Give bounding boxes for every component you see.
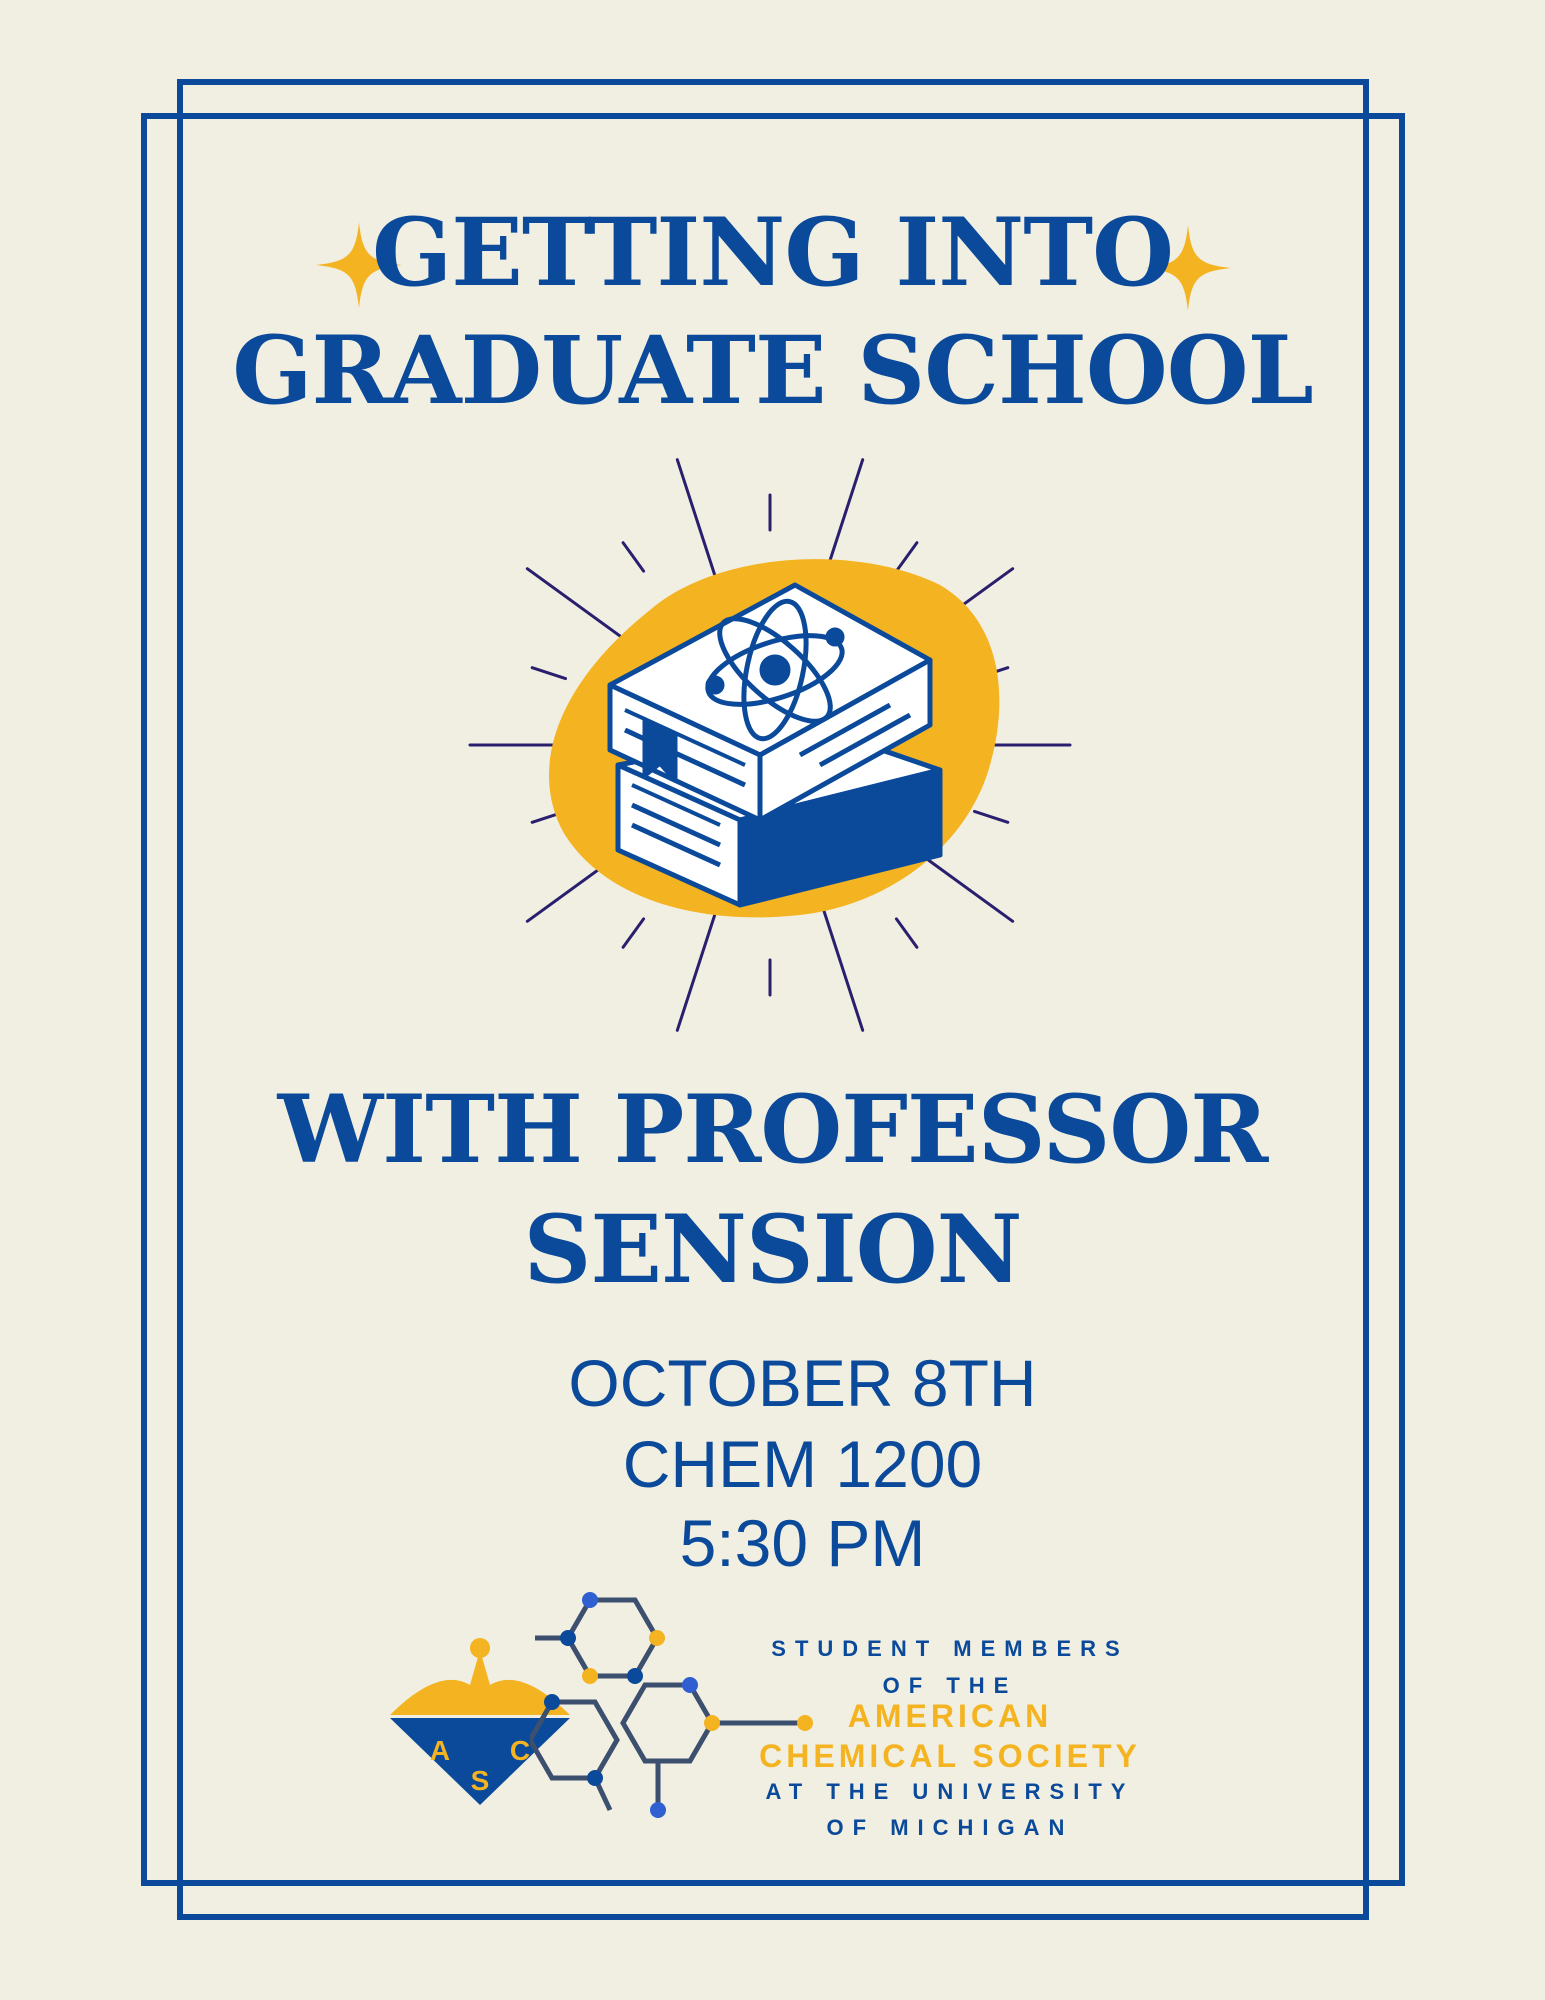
sunburst-ray — [525, 567, 630, 644]
sunburst-ray — [621, 917, 646, 949]
event-room: CHEM 1200 — [622, 1427, 983, 1501]
org-line-6: OF MICHIGAN — [826, 1815, 1074, 1840]
subtitle-line-2: SENSION — [523, 1195, 1022, 1305]
sunburst-ray — [822, 909, 865, 1032]
book-stack-icon — [468, 458, 1072, 1032]
event-time: 5:30 PM — [679, 1506, 926, 1580]
logo-letter-c: C — [510, 1735, 530, 1766]
sunburst-ray — [675, 909, 718, 1032]
subtitle-line-1: WITH PROFESSOR — [277, 1075, 1269, 1185]
title-line-1: GETTING INTO — [371, 198, 1174, 308]
logo-letter-a: A — [430, 1735, 450, 1766]
sunburst-ray — [973, 809, 1010, 824]
title-line-2: GRADUATE SCHOOL — [232, 316, 1313, 426]
sunburst-ray — [894, 541, 919, 573]
event-date: OCTOBER 8TH — [568, 1346, 1037, 1420]
sunburst-ray — [675, 458, 718, 581]
org-line-2: OF THE — [882, 1673, 1018, 1698]
org-line-5: AT THE UNIVERSITY — [765, 1779, 1135, 1804]
org-line-3: AMERICAN — [847, 1698, 1053, 1734]
sunburst-ray — [621, 541, 646, 573]
sunburst-ray — [894, 917, 919, 949]
logo-letter-s: S — [471, 1765, 490, 1796]
org-line-1: STUDENT MEMBERS — [771, 1636, 1129, 1661]
sunburst-ray — [530, 666, 567, 681]
org-line-4: CHEMICAL SOCIETY — [759, 1738, 1141, 1774]
